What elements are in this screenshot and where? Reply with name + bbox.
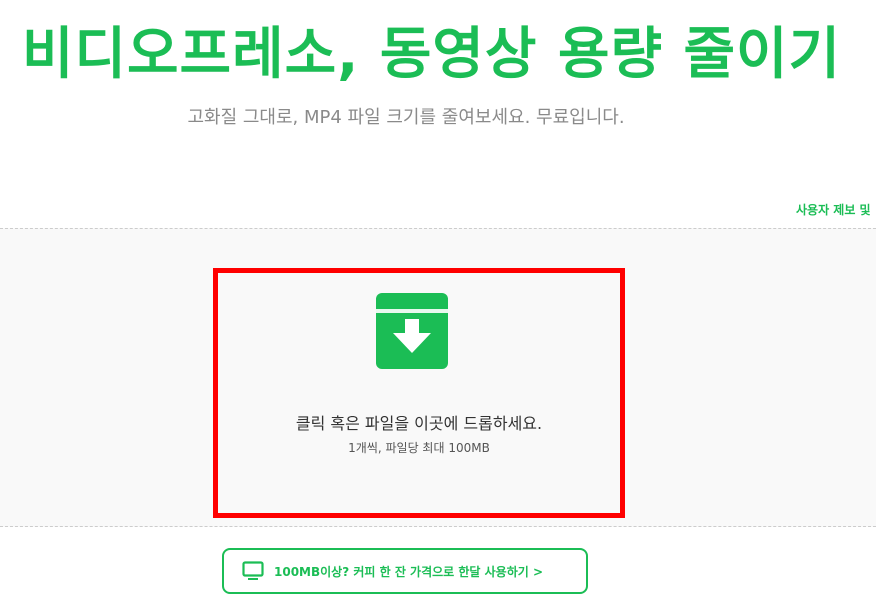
monitor-icon [242, 561, 264, 580]
page-subtitle: 고화질 그대로, MP4 파일 크기를 줄여보세요. 무료입니다. [187, 107, 625, 128]
dropzone-limit-text: 1개씩, 파일당 최대 100MB [348, 441, 490, 455]
page: 비디오프레소, 동영상 용량 줄이기 고화질 그대로, MP4 파일 크기를 줄… [0, 0, 876, 597]
file-dropzone[interactable]: 클릭 혹은 파일을 이곳에 드롭하세요. 1개씩, 파일당 최대 100MB [213, 268, 625, 518]
premium-upgrade-label: 100MB이상? 커피 한 잔 가격으로 한달 사용하기 > [274, 564, 544, 579]
download-box-icon [376, 293, 448, 369]
report-link[interactable]: 사용자 제보 및 [796, 201, 871, 218]
dropzone-instruction: 클릭 혹은 파일을 이곳에 드롭하세요. [295, 414, 543, 433]
premium-upgrade-button[interactable]: 100MB이상? 커피 한 잔 가격으로 한달 사용하기 > [222, 548, 588, 594]
page-title: 비디오프레소, 동영상 용량 줄이기 [22, 22, 842, 87]
